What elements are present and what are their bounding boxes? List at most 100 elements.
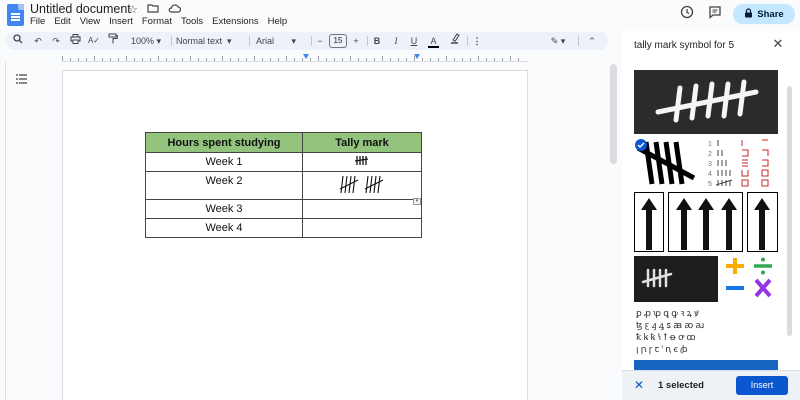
scrollbar-thumb[interactable]: [787, 86, 792, 336]
ruler-tick: [134, 58, 135, 61]
ruler-tick: [198, 58, 199, 61]
ruler-tick: [174, 58, 175, 61]
image-result[interactable]: ꝑ ꝓ ꝕ ꝗ ꝙ ꝛ ꝝ ꝟ ꜩ ꜫ ꜭ ꜯ ꜱ ꜳ ꜵ ꜷ ꝁ ꝃ ꝅ ꝇ …: [634, 306, 778, 356]
tally-cell[interactable]: [302, 199, 422, 219]
table-cell[interactable]: Week 2: [145, 171, 303, 200]
toolbar-divider: [171, 36, 172, 46]
ruler-tick: [350, 56, 351, 61]
tally-mark-image[interactable]: [339, 175, 385, 195]
svg-text:3: 3: [708, 161, 712, 168]
menu-format[interactable]: Format: [142, 16, 172, 27]
lock-icon: [744, 7, 753, 21]
ruler-tick: [166, 58, 167, 61]
menu-file[interactable]: File: [30, 16, 45, 27]
toolbar-divider: [578, 36, 579, 46]
panel-scrollbar[interactable]: [786, 70, 792, 370]
svg-text:ꞁ ꞃ ꞅ ꞇ ꞌ ꞑ ꞓ ꞗ: ꞁ ꞃ ꞅ ꞇ ꞌ ꞑ ꞓ ꞗ: [636, 344, 688, 355]
scrollbar-thumb[interactable]: [610, 64, 617, 164]
undo-icon[interactable]: ↶: [32, 32, 44, 50]
ruler-tick: [470, 58, 471, 61]
image-search-panel: tally mark symbol for 5 ✕ 12345 ꝑ ꝓ ꝕ ꝗ …: [622, 30, 800, 400]
spellcheck-icon[interactable]: A✓: [87, 32, 101, 50]
menu-view[interactable]: View: [80, 16, 100, 27]
table-header[interactable]: Tally mark: [302, 132, 422, 153]
tally-cell[interactable]: [302, 171, 422, 200]
menu-tools[interactable]: Tools: [181, 16, 203, 27]
menu-help[interactable]: Help: [268, 16, 288, 27]
ruler-tick: [118, 58, 119, 61]
ruler-tick: [206, 58, 207, 61]
zoom-select[interactable]: 100% ▾: [126, 32, 166, 50]
table-header-row: Hours spent studying Tally mark: [145, 132, 422, 153]
image-result-selected[interactable]: [634, 138, 702, 188]
bold-button[interactable]: B: [371, 32, 383, 50]
table-cell[interactable]: Week 1: [145, 152, 303, 172]
image-result[interactable]: 1 2 3 4 5: [706, 138, 778, 188]
tally-cell[interactable]: [302, 218, 422, 238]
increase-font-size-button[interactable]: +: [350, 32, 362, 50]
close-icon[interactable]: ✕: [770, 36, 786, 52]
table-cell[interactable]: Week 3: [145, 199, 303, 219]
tally-mark-image[interactable]: [355, 155, 369, 166]
document-scrollbar[interactable]: [609, 62, 618, 172]
comment-icon[interactable]: [706, 5, 724, 23]
ruler-tick: [158, 56, 159, 61]
clear-selection-icon[interactable]: ✕: [632, 378, 646, 392]
ruler-tick: [254, 56, 255, 61]
history-icon[interactable]: [678, 5, 696, 23]
paint-format-icon[interactable]: [106, 32, 120, 50]
docs-logo-icon[interactable]: [7, 4, 24, 26]
image-result[interactable]: [634, 192, 778, 252]
menu-extensions[interactable]: Extensions: [212, 16, 258, 27]
ruler-tick: [358, 58, 359, 61]
ruler-tick: [382, 56, 383, 61]
ruler-tick: [142, 58, 143, 61]
text-color-button[interactable]: A: [428, 34, 439, 48]
collapse-toolbar-icon[interactable]: ⌃: [586, 32, 598, 50]
toolbar-divider: [311, 36, 312, 46]
cell-dropdown-icon[interactable]: ▾: [413, 198, 421, 205]
decrease-font-size-button[interactable]: −: [315, 32, 325, 50]
ruler-tick: [294, 58, 295, 61]
table-cell[interactable]: Week 4: [145, 218, 303, 238]
font-size-input[interactable]: 15: [329, 34, 347, 48]
menu-edit[interactable]: Edit: [54, 16, 70, 27]
tally-cell[interactable]: [302, 152, 422, 172]
font-value: Arial: [256, 36, 275, 46]
image-result[interactable]: [634, 256, 718, 302]
ruler-tick: [286, 56, 287, 61]
image-result[interactable]: [722, 256, 778, 302]
highlight-icon[interactable]: [449, 32, 461, 50]
svg-text:1: 1: [708, 141, 712, 148]
editing-mode-icon[interactable]: ✎ ▾: [546, 32, 570, 50]
ruler-tick: [310, 58, 311, 61]
insert-button[interactable]: Insert: [736, 376, 788, 395]
search-query: tally mark symbol for 5: [634, 40, 735, 51]
more-options-icon[interactable]: ⋮: [472, 32, 482, 50]
underline-button[interactable]: U: [408, 32, 420, 50]
font-select[interactable]: Arial ▾: [256, 32, 308, 50]
ruler-tick: [262, 58, 263, 61]
print-icon[interactable]: [68, 32, 82, 50]
star-icon[interactable]: ☆: [128, 3, 138, 16]
search-menus-icon[interactable]: [12, 32, 24, 50]
table-header[interactable]: Hours spent studying: [145, 132, 303, 153]
image-result[interactable]: [634, 70, 778, 134]
image-result[interactable]: [634, 360, 778, 370]
ruler-tick: [502, 58, 503, 61]
share-button[interactable]: Share: [733, 4, 795, 24]
style-select[interactable]: Normal text ▾: [176, 32, 246, 50]
data-table[interactable]: Hours spent studying Tally mark Week 1 W…: [145, 132, 422, 238]
redo-icon[interactable]: ↷: [50, 32, 62, 50]
document-title[interactable]: Untitled document: [30, 2, 131, 16]
document-page[interactable]: Hours spent studying Tally mark Week 1 W…: [62, 70, 528, 400]
ruler-tick: [342, 58, 343, 61]
italic-button[interactable]: I: [390, 32, 402, 50]
document-outline-icon[interactable]: [16, 74, 27, 87]
ruler-tick: [214, 58, 215, 61]
menu-insert[interactable]: Insert: [109, 16, 133, 27]
left-indent-marker[interactable]: [303, 54, 309, 59]
folder-icon[interactable]: [147, 3, 159, 16]
cloud-status-icon[interactable]: [168, 3, 181, 16]
ruler-tick: [518, 58, 519, 61]
